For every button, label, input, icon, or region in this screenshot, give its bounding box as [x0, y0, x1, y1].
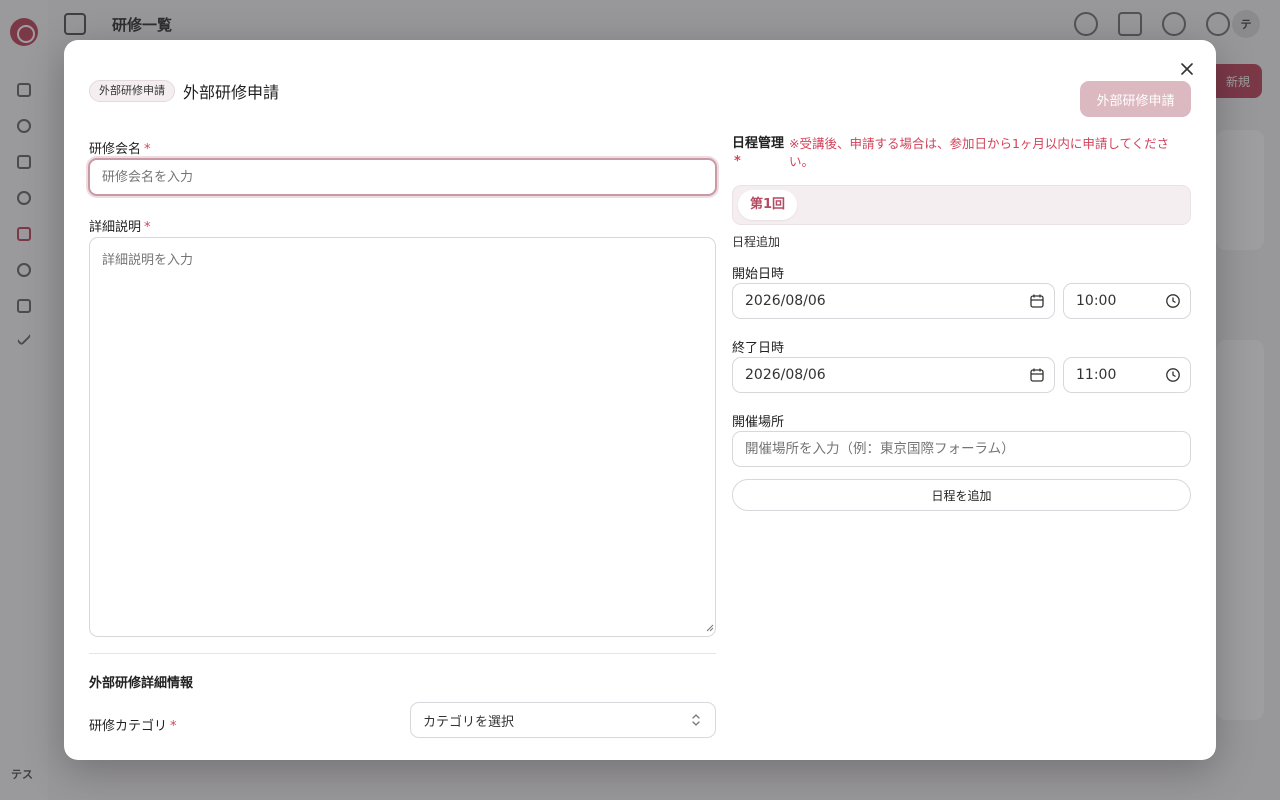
calendar-icon[interactable] [1029, 367, 1045, 383]
details-section-title: 外部研修詳細情報 [89, 676, 194, 691]
add-schedule-button[interactable]: 日程を追加 [732, 479, 1191, 511]
required-mark: * [144, 220, 151, 235]
end-datetime-label: 終了日時 [732, 341, 785, 356]
close-button[interactable] [1177, 59, 1197, 79]
start-date-input[interactable]: 2026/08/06 [732, 283, 1055, 319]
end-time-input[interactable]: 11:00 [1063, 357, 1191, 393]
end-date-value: 2026/08/06 [745, 367, 826, 383]
tab-session-1[interactable]: 第1回 [738, 190, 798, 220]
description-label-text: 詳細説明 [89, 220, 142, 235]
required-mark: * [170, 719, 177, 734]
start-date-value: 2026/08/06 [745, 293, 826, 309]
clock-icon[interactable] [1165, 293, 1181, 309]
training-name-label-text: 研修会名 [89, 142, 142, 157]
training-name-input[interactable] [88, 158, 717, 196]
required-mark: * [734, 154, 741, 169]
start-time-input[interactable]: 10:00 [1063, 283, 1191, 319]
end-date-input[interactable]: 2026/08/06 [732, 357, 1055, 393]
submit-button[interactable]: 外部研修申請 [1080, 81, 1191, 117]
training-name-label: 研修会名 * [89, 138, 151, 157]
description-textarea[interactable] [89, 237, 716, 637]
venue-input[interactable] [732, 431, 1191, 467]
schedule-note: ※受講後、申請する場合は、参加日から1ヶ月以内に申請してください。 [789, 136, 1170, 169]
description-label: 詳細説明 * [89, 216, 151, 235]
start-datetime-label: 開始日時 [732, 267, 785, 282]
venue-label: 開催場所 [732, 415, 785, 430]
category-label-text: 研修カテゴリ [89, 719, 168, 734]
required-mark: * [144, 142, 151, 157]
modal-badge: 外部研修申請 [89, 80, 175, 102]
resize-grip-icon[interactable] [706, 624, 714, 632]
start-time-value: 10:00 [1076, 293, 1117, 309]
add-schedule-link[interactable]: 日程追加 [732, 233, 780, 250]
schedule-tabs: 第1回 [732, 185, 1191, 225]
external-training-modal: 外部研修申請 外部研修申請 外部研修申請 研修会名* 詳細説明* 外部研修詳細情… [64, 40, 1216, 760]
category-select[interactable]: カテゴリを選択 [410, 702, 716, 738]
modal-title: 外部研修申請 [183, 83, 280, 102]
category-select-value: カテゴリを選択 [423, 714, 515, 730]
divider [89, 653, 716, 654]
clock-icon[interactable] [1165, 367, 1181, 383]
calendar-icon[interactable] [1029, 293, 1045, 309]
chevron-up-down-icon [692, 714, 700, 726]
end-time-value: 11:00 [1076, 367, 1117, 383]
schedule-label: 日程管理 * [732, 135, 784, 171]
close-icon [1181, 63, 1193, 75]
category-label: 研修カテゴリ * [89, 715, 177, 734]
schedule-label-text: 日程管理 [732, 136, 785, 151]
